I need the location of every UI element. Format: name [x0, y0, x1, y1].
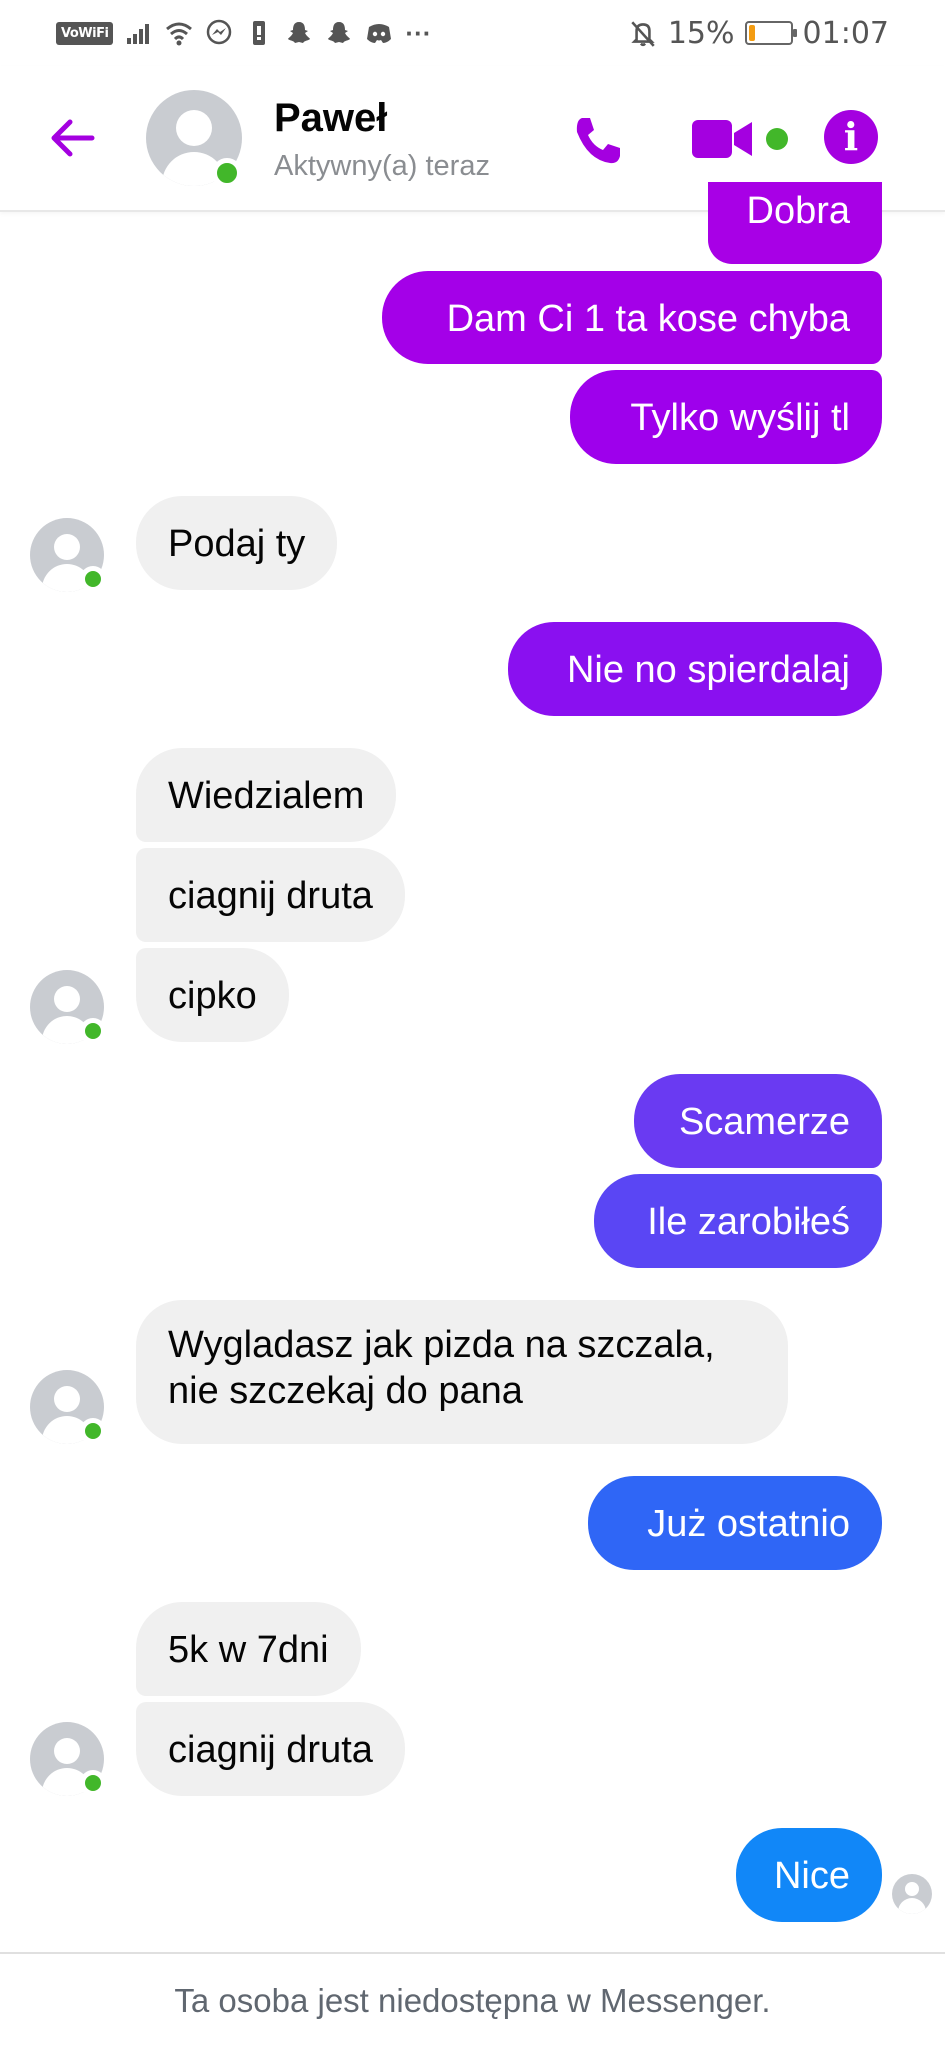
unavailable-footer: Ta osoba jest niedostępna w Messenger. [0, 1952, 945, 2048]
clock: 01:07 [802, 15, 889, 51]
message-outgoing[interactable]: Dobra [708, 182, 882, 264]
battery-level [748, 25, 755, 41]
message-outgoing[interactable]: Nice [736, 1828, 882, 1922]
status-icons-right: 15% 01:07 [628, 14, 889, 52]
message-outgoing[interactable]: Tylko wyślij tl [570, 370, 882, 464]
wifi-icon [166, 22, 193, 46]
discord-icon [367, 24, 392, 43]
unavailable-notice: Ta osoba jest niedostępna w Messenger. [174, 1982, 771, 2019]
message-outgoing[interactable]: Ile zarobiłeś [594, 1174, 882, 1268]
seen-indicator-avatar [892, 1874, 932, 1914]
battery-percent: 15% [667, 15, 735, 51]
message-incoming[interactable]: cipko [136, 948, 289, 1042]
back-arrow-icon[interactable] [44, 110, 100, 166]
battery-icon [744, 21, 797, 45]
mute-bell-icon [631, 21, 655, 47]
signal-icon [127, 24, 150, 44]
online-indicator [80, 1770, 106, 1796]
contact-name[interactable]: Paweł [274, 96, 387, 141]
message-incoming[interactable]: Wiedzialem [136, 748, 397, 842]
video-active-dot [766, 128, 788, 150]
online-indicator [80, 566, 106, 592]
online-indicator [212, 158, 242, 188]
info-icon[interactable]: i [824, 110, 878, 164]
contact-active-status: Aktywny(a) teraz [274, 150, 490, 182]
snapchat-icon [288, 22, 311, 43]
video-camera-icon[interactable] [690, 114, 756, 164]
status-icons-left: VoWiFi ··· [56, 18, 431, 48]
messenger-icon [207, 19, 232, 45]
online-indicator [80, 1418, 106, 1444]
message-incoming[interactable]: ciagnij druta [136, 848, 405, 942]
message-outgoing[interactable]: Scamerze [634, 1074, 882, 1168]
message-incoming[interactable]: ciagnij druta [136, 1702, 405, 1796]
online-indicator [80, 1018, 106, 1044]
message-incoming[interactable]: Wygladasz jak pizda na szczala, nie szcz… [136, 1300, 788, 1444]
more-notifications-icon: ··· [405, 17, 432, 48]
message-incoming[interactable]: 5k w 7dni [136, 1602, 361, 1696]
message-outgoing[interactable]: Już ostatnio [588, 1476, 882, 1570]
message-outgoing[interactable]: Dam Ci 1 ta kose chyba [382, 271, 882, 364]
status-bar: VoWiFi ··· 15% 01:07 [0, 0, 945, 66]
phone-icon[interactable] [568, 110, 628, 170]
message-outgoing[interactable]: Nie no spierdalaj [508, 622, 882, 716]
phone-alert-icon [253, 21, 266, 45]
message-incoming[interactable]: Podaj ty [136, 496, 338, 590]
vowifi-icon: VoWiFi [56, 21, 114, 45]
snapchat-icon [328, 22, 351, 43]
